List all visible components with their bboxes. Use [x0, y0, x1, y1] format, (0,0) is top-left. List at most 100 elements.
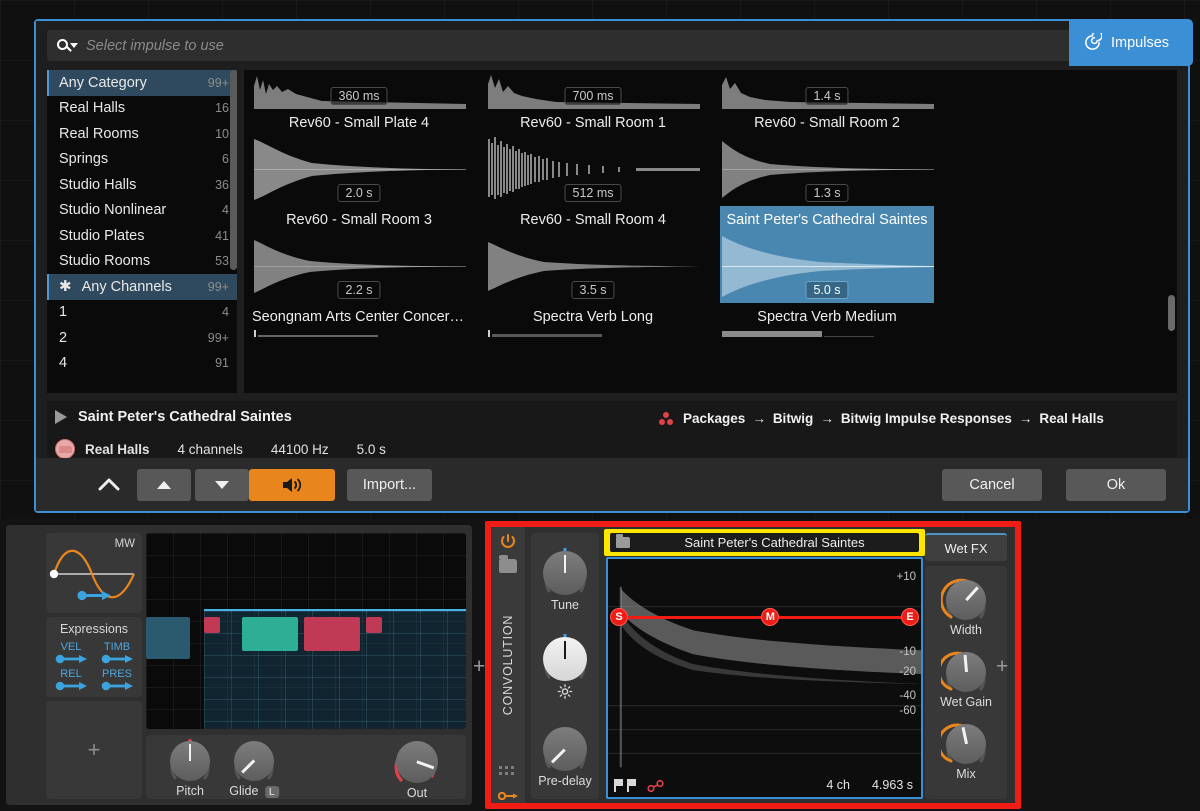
knob-width[interactable]: Width — [939, 578, 986, 637]
mod-arrow-icon — [101, 654, 133, 664]
knob-pitch[interactable]: Pitch — [170, 739, 210, 798]
filter-item-any-channels[interactable]: ✱ Any Channels 99+ — [47, 274, 237, 300]
audition-button[interactable] — [249, 469, 335, 501]
filter-count: 41 — [215, 228, 229, 243]
filter-count: 4 — [222, 305, 229, 320]
db-label-minus20: -20 — [899, 666, 916, 678]
expression-label: TIMB — [103, 641, 131, 653]
device-rack: POLY GRID MW — [0, 519, 1200, 811]
result-name: Rev60 - Small Room 3 — [286, 212, 432, 228]
result-length-badge: 1.4 s — [805, 87, 849, 105]
category-icon — [55, 439, 75, 459]
add-device-slot-right[interactable]: + — [996, 655, 1008, 679]
wet-fx-button[interactable]: Wet FX — [925, 533, 1007, 561]
result-item-partial-top[interactable]: 360 ms — [252, 70, 466, 109]
next-button[interactable] — [195, 469, 249, 501]
mod-arrow-icon[interactable] — [77, 588, 111, 606]
breadcrumb-item-bitwig[interactable]: Bitwig — [773, 411, 814, 426]
filter-item-studio-nonlinear[interactable]: Studio Nonlinear 4 — [47, 198, 237, 224]
grid-canvas[interactable] — [146, 533, 466, 729]
expression-vel[interactable]: VEL — [49, 641, 93, 664]
result-item-partial-bottom[interactable]: Spectra Verb Long — [486, 303, 700, 337]
results-scrollbar[interactable] — [1168, 295, 1175, 331]
tab-impulses[interactable]: Impulses — [1069, 19, 1193, 66]
knob-mix[interactable]: Mix — [937, 723, 986, 781]
marker-end[interactable]: E — [901, 608, 919, 626]
result-item[interactable]: Rev60 - Small Plate 4 2.0 s — [252, 109, 466, 206]
glide-legato-badge[interactable]: L — [264, 786, 279, 798]
add-device-slot-left[interactable]: + — [473, 655, 485, 679]
filter-item-real-rooms[interactable]: Real Rooms 10 — [47, 121, 237, 147]
filter-count: 99+ — [207, 330, 229, 345]
filter-item-real-halls[interactable]: Real Halls 16 — [47, 96, 237, 122]
knob-wet-gain[interactable]: Wet Gain — [937, 651, 992, 709]
grid-block[interactable] — [146, 617, 190, 659]
cancel-button[interactable]: Cancel — [942, 469, 1042, 501]
mod-source-mw[interactable]: MW — [46, 533, 142, 613]
result-item[interactable]: Rev60 - Small Room 3 2.2 s — [252, 206, 466, 303]
result-item-partial-bottom[interactable]: Seongnam Arts Center Concert ... — [252, 303, 466, 337]
filter-count: 6 — [222, 152, 229, 167]
ok-button[interactable]: Ok — [1066, 469, 1166, 501]
ir-waveform-display[interactable]: +10 -10 -20 -40 -60 S M E 4 ch 4.963 s — [606, 557, 923, 799]
grid-block[interactable] — [366, 617, 382, 633]
filter-item-studio-halls[interactable]: Studio Halls 36 — [47, 172, 237, 198]
result-item[interactable]: Rev60 - Small Room 4 3.5 s — [486, 206, 700, 303]
loop-flags-icon[interactable] — [614, 778, 636, 792]
result-item-selected[interactable]: Saint Peter's Cathedral Saintes 5.0 s — [720, 206, 934, 303]
expression-pres[interactable]: PRES — [95, 668, 139, 691]
grid-block[interactable] — [304, 617, 360, 651]
result-item-partial-top[interactable]: 1.4 s — [720, 70, 934, 109]
knob-tune[interactable]: Tune — [543, 548, 587, 612]
dialog-content: Any Category 99+ Real Halls 16 Real Room… — [36, 70, 1188, 511]
play-icon[interactable] — [55, 410, 67, 424]
breadcrumb-item-real-halls[interactable]: Real Halls — [1039, 411, 1104, 426]
previous-button[interactable] — [137, 469, 191, 501]
marker-start[interactable]: S — [610, 608, 628, 626]
filter-item-studio-plates[interactable]: Studio Plates 41 — [47, 223, 237, 249]
expression-timb[interactable]: TIMB — [95, 641, 139, 664]
knob-label-text: Glide — [229, 784, 259, 798]
filter-count: 99+ — [207, 279, 229, 294]
ir-file-button[interactable]: Saint Peter's Cathedral Saintes — [610, 533, 919, 552]
breadcrumb-item-packages[interactable]: Packages — [683, 411, 745, 426]
result-item[interactable]: Rev60 - Small Room 1 512 ms — [486, 109, 700, 206]
detail-meta-row: Real Halls 4 channels 44100 Hz 5.0 s — [55, 439, 386, 459]
modulation-out-icon[interactable] — [497, 787, 518, 801]
filter-item-studio-rooms[interactable]: Studio Rooms 53 — [47, 249, 237, 275]
link-icon[interactable] — [647, 779, 665, 793]
search-input[interactable]: Select impulse to use — [47, 30, 1080, 61]
filter-item-channel-1[interactable]: 1 4 — [47, 300, 237, 326]
import-button[interactable]: Import... — [347, 469, 432, 501]
ir-waveform — [608, 586, 921, 768]
mod-arrow-icon — [101, 681, 133, 691]
grid-block[interactable] — [204, 617, 220, 633]
breadcrumb-item-bitwig-impulse-responses[interactable]: Bitwig Impulse Responses — [841, 411, 1012, 426]
grid-dots-icon[interactable] — [499, 766, 515, 777]
knob-out[interactable]: Out — [394, 741, 438, 800]
power-icon[interactable] — [499, 533, 517, 551]
folder-icon[interactable] — [499, 555, 517, 573]
result-item[interactable]: Rev60 - Small Room 2 1.3 s — [720, 109, 934, 206]
folder-icon — [616, 534, 630, 548]
collapse-icon[interactable] — [96, 475, 122, 495]
result-item-partial-bottom[interactable]: Spectra Verb Medium — [720, 303, 934, 337]
grid-block[interactable] — [242, 617, 298, 651]
expression-label: REL — [60, 668, 82, 680]
db-label-minus60: -60 — [899, 705, 916, 717]
filter-list: Any Category 99+ Real Halls 16 Real Room… — [47, 70, 237, 393]
result-item-partial-top[interactable]: 700 ms — [486, 70, 700, 109]
device-poly-grid: MW Expressions VEL TIMB REL PRES + Pitch… — [6, 525, 472, 805]
expression-rel[interactable]: REL — [49, 668, 93, 691]
knob-brightness[interactable] — [543, 634, 587, 699]
filter-item-channel-2[interactable]: 2 99+ — [47, 325, 237, 351]
add-module-button[interactable]: + — [46, 701, 142, 799]
detail-length: 5.0 s — [356, 441, 386, 457]
search-icon[interactable] — [57, 38, 78, 54]
filter-list-scrollbar[interactable] — [230, 70, 237, 270]
filter-item-any-category[interactable]: Any Category 99+ — [47, 70, 237, 96]
knob-glide[interactable]: Glide L — [229, 741, 279, 798]
knob-pre-delay[interactable]: Pre-delay — [538, 727, 592, 788]
filter-item-channel-4[interactable]: 4 91 — [47, 351, 237, 377]
filter-item-springs[interactable]: Springs 6 — [47, 147, 237, 173]
